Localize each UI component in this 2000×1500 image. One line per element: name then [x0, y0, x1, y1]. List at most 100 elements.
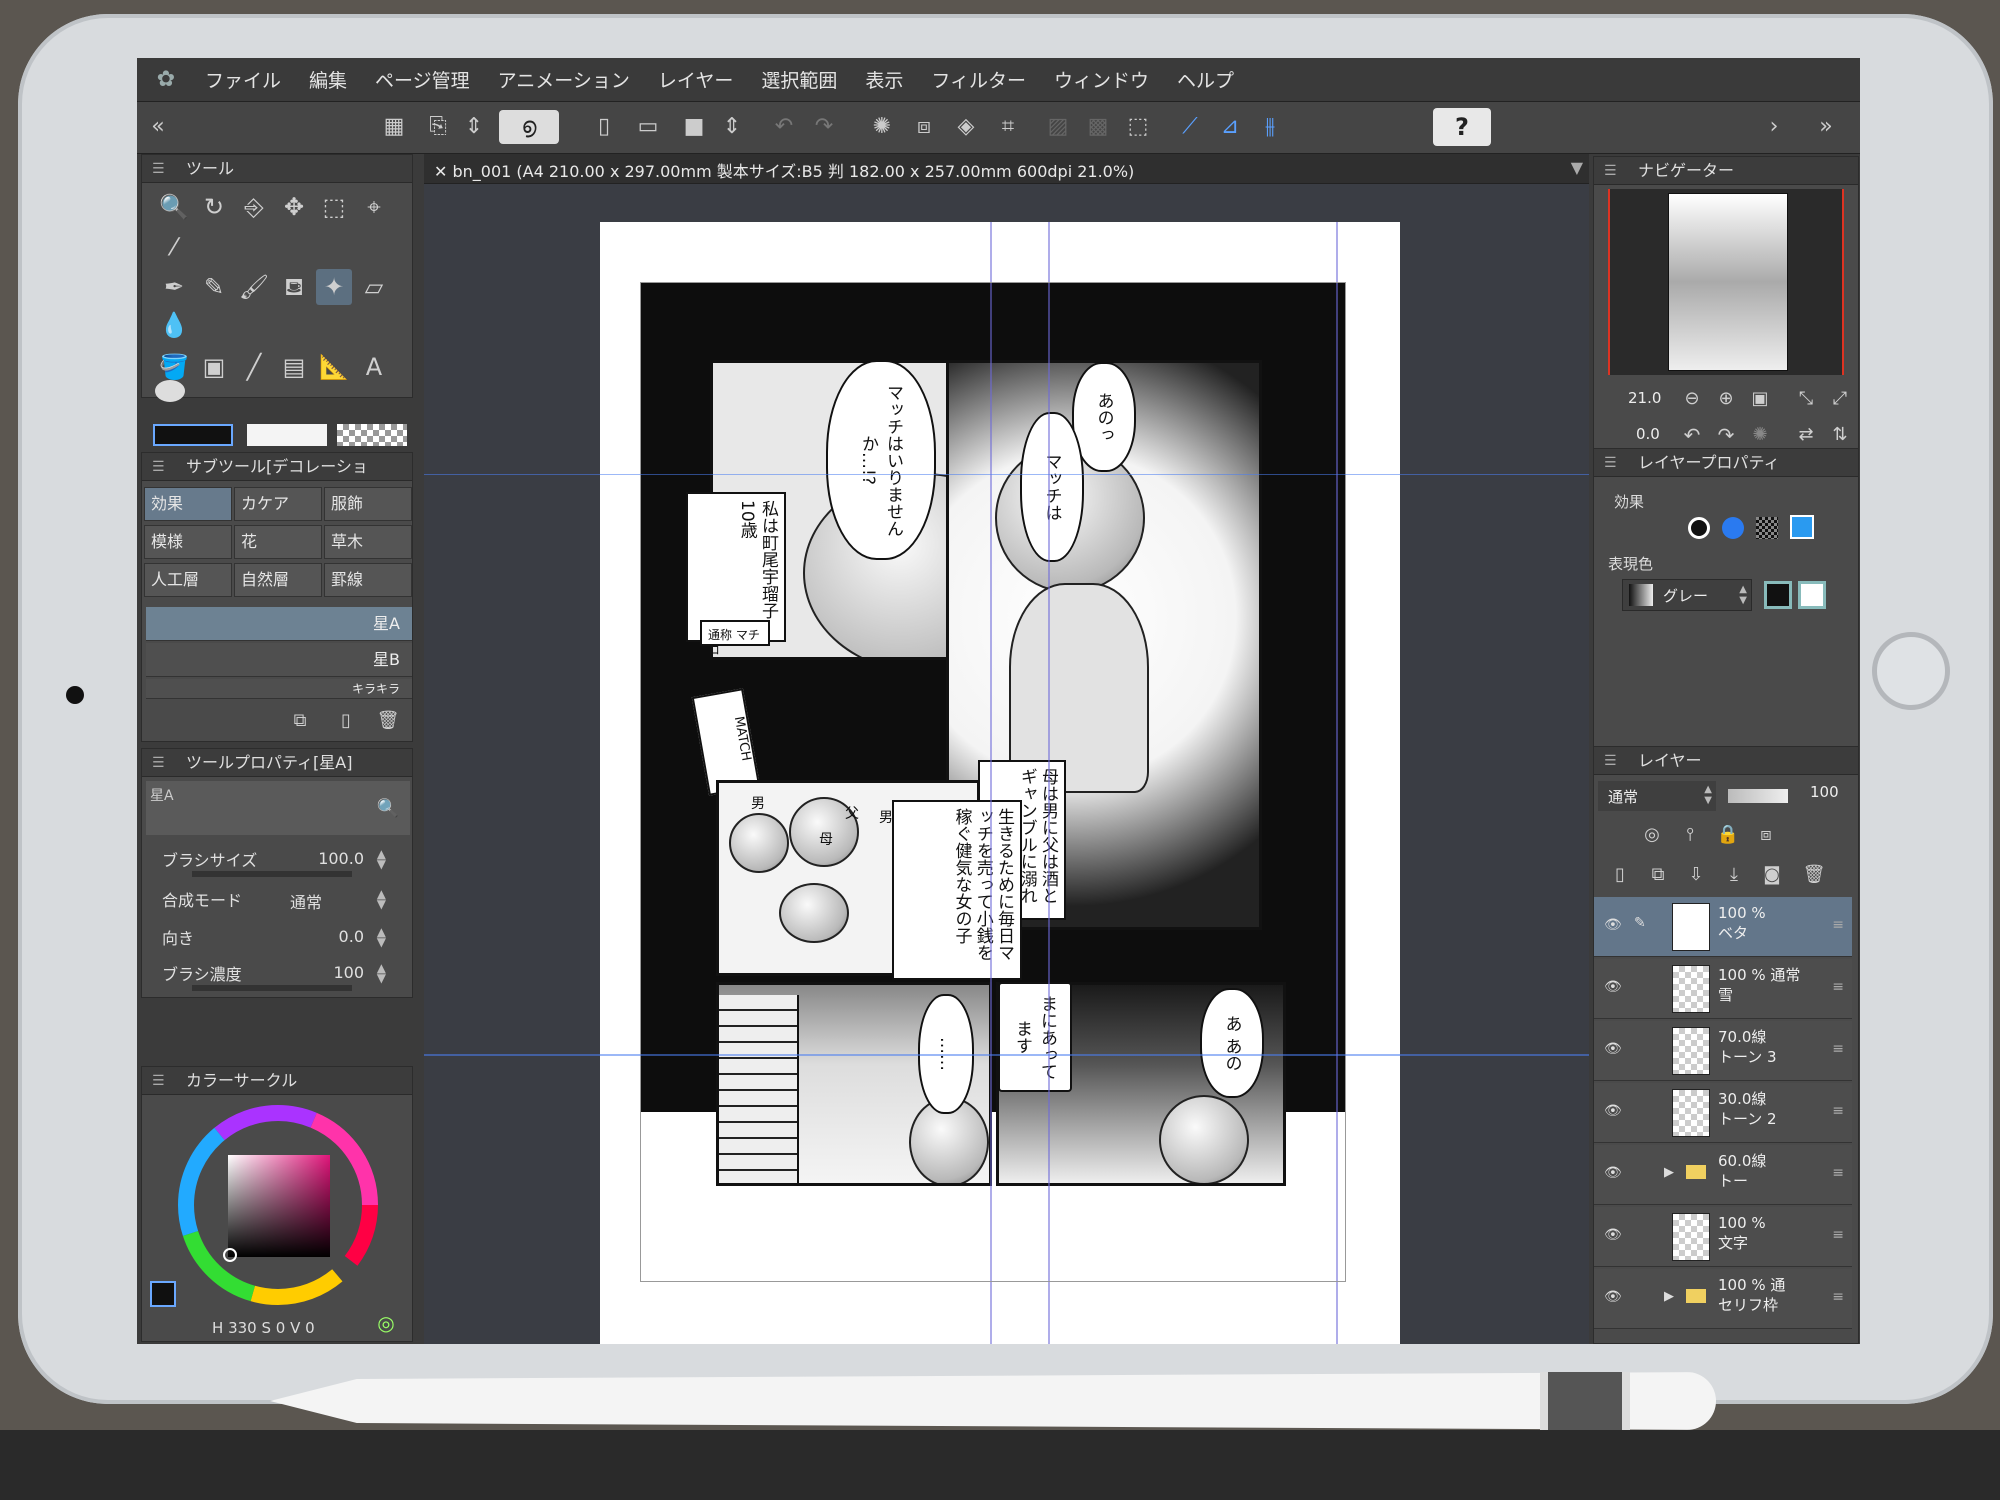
- layer-row-tone2[interactable]: 👁 30.0線 トーン 2 ≡: [1594, 1083, 1852, 1143]
- expression-color-select[interactable]: グレー ▲ ▼: [1622, 579, 1752, 611]
- airbrush-tool-icon[interactable]: ⛾: [276, 269, 312, 305]
- eye-icon[interactable]: 👁: [1604, 1165, 1622, 1181]
- subtool-category-nature[interactable]: 自然層: [234, 563, 322, 597]
- eye-icon[interactable]: 👁: [1604, 1103, 1622, 1119]
- main-color-swatch[interactable]: [153, 424, 233, 446]
- stepper-icon[interactable]: ▲ ▼: [1704, 784, 1712, 806]
- subtool-category-cake[interactable]: カケア: [234, 487, 322, 521]
- transparent-color-swatch[interactable]: [337, 424, 407, 446]
- zoom-tool-icon[interactable]: 🔍: [156, 189, 192, 225]
- stepper-icon[interactable]: ▲ ▼: [1739, 584, 1747, 606]
- eye-icon[interactable]: 👁: [1604, 917, 1622, 933]
- app-logo-icon[interactable]: ✿: [137, 67, 195, 92]
- panel-menu-icon[interactable]: ☰: [152, 453, 165, 481]
- search-icon[interactable]: 🔍: [370, 791, 406, 827]
- collapse-left-icon[interactable]: «: [141, 110, 175, 144]
- border-effect-icon[interactable]: [1688, 517, 1710, 539]
- delete-subtool-icon[interactable]: 🗑: [370, 703, 406, 739]
- eyedropper-tool-icon[interactable]: ⁄: [156, 229, 192, 265]
- direction-value[interactable]: 0.0: [339, 927, 364, 946]
- open-folder-icon[interactable]: ▭: [631, 110, 665, 144]
- clip-studio-icon[interactable]: ൭: [499, 110, 559, 144]
- brush-sparkle[interactable]: キラキラ: [146, 679, 412, 699]
- brush-star-a[interactable]: 星A: [146, 607, 412, 641]
- loading-icon[interactable]: ✺: [865, 110, 899, 144]
- drag-handle-icon[interactable]: ≡: [1832, 1165, 1844, 1181]
- transfer-down-icon[interactable]: ⇩: [1678, 857, 1714, 893]
- layer-row-tone3[interactable]: 👁 70.0線 トーン 3 ≡: [1594, 1021, 1852, 1081]
- actual-size-icon[interactable]: ⤡: [1788, 381, 1824, 417]
- delete-layer-icon[interactable]: 🗑: [1796, 857, 1832, 893]
- blend-tool-icon[interactable]: 💧: [156, 307, 192, 343]
- subtool-category-flower[interactable]: 花: [234, 525, 322, 559]
- eye-icon[interactable]: 👁: [1604, 1227, 1622, 1243]
- eye-icon[interactable]: 👁: [1604, 979, 1622, 995]
- document-tab[interactable]: ✕ bn_001 (A4 210.00 x 297.00mm 製本サイズ:B5 …: [424, 154, 1589, 184]
- menu-animation[interactable]: アニメーション: [488, 66, 648, 93]
- brush-density-value[interactable]: 100: [333, 963, 364, 982]
- direction-row[interactable]: 向き 0.0 ▲ ▼: [142, 919, 412, 957]
- eye-icon[interactable]: 👁: [1604, 1289, 1622, 1305]
- merge-down-icon[interactable]: ⤓: [1716, 857, 1752, 893]
- drag-handle-icon[interactable]: ≡: [1832, 1289, 1844, 1305]
- reference-layer-icon[interactable]: ◎: [1634, 817, 1670, 853]
- new-file-icon[interactable]: ▯: [587, 110, 621, 144]
- chevron-right-icon[interactable]: ›: [1757, 110, 1791, 144]
- ruler-tool-icon[interactable]: 📐: [316, 349, 352, 385]
- copy-subtool-icon[interactable]: ⧉: [282, 703, 318, 739]
- pen-tool-icon[interactable]: ✒: [156, 269, 192, 305]
- brush-size-slider[interactable]: [192, 871, 352, 877]
- subtool-category-artificial[interactable]: 人工層: [144, 563, 232, 597]
- drag-handle-icon[interactable]: ≡: [1832, 1227, 1844, 1243]
- navigator-zoom-value[interactable]: 21.0: [1628, 389, 1661, 407]
- grid-layout-icon[interactable]: ▦: [377, 110, 411, 144]
- snap-icon[interactable]: ⫵: [1253, 110, 1287, 144]
- scroll-arrows-icon[interactable]: ⇕: [457, 110, 491, 144]
- drag-handle-icon[interactable]: ≡: [1832, 917, 1844, 933]
- zoom-out-icon[interactable]: ⊖: [1674, 381, 1710, 417]
- manga-page[interactable]: あのっ マッチは マッチはいりませんか…!? 私は町尾宇瑠子10歳 通称 マチコ…: [600, 222, 1400, 1344]
- lock-layer-icon[interactable]: 🔒: [1710, 817, 1746, 853]
- gradient-tool-icon[interactable]: ▣: [196, 349, 232, 385]
- subtool-category-clothing[interactable]: 服飾: [324, 487, 412, 521]
- expand-arrow-icon[interactable]: ▶: [1664, 1165, 1674, 1180]
- transform-icon[interactable]: ⧈: [907, 110, 941, 144]
- clip-layer-icon[interactable]: ⫯: [1672, 817, 1708, 853]
- brush-star-b[interactable]: 星B: [146, 643, 412, 677]
- layer-mask-icon[interactable]: ◙: [1754, 857, 1790, 893]
- navigator-preview[interactable]: [1608, 189, 1844, 375]
- menu-window[interactable]: ウィンドウ: [1044, 66, 1167, 93]
- text-tool-icon[interactable]: A: [356, 349, 392, 385]
- zoom-in-icon[interactable]: ⊕: [1708, 381, 1744, 417]
- stepper-icon[interactable]: ▲ ▼: [377, 848, 386, 870]
- layer-row-beta[interactable]: 👁 ✎ 100 % ベタ ≡: [1594, 897, 1852, 957]
- eraser-tool-icon[interactable]: ▱: [356, 269, 392, 305]
- panel-menu-icon[interactable]: ☰: [1604, 157, 1617, 185]
- panel-menu-icon[interactable]: ☰: [152, 155, 165, 183]
- navigator-rotation-value[interactable]: 0.0: [1636, 425, 1660, 443]
- new-vector-layer-icon[interactable]: ⧉: [1640, 857, 1676, 893]
- tone-effect-icon[interactable]: [1756, 517, 1778, 539]
- save-arrows-icon[interactable]: ⇕: [715, 110, 749, 144]
- save-icon[interactable]: ■: [677, 110, 711, 144]
- close-tab-icon[interactable]: ✕: [434, 162, 453, 181]
- menu-filter[interactable]: フィルター: [921, 66, 1044, 93]
- stepper-icon[interactable]: ▲ ▼: [377, 888, 386, 910]
- redo-icon[interactable]: ↷: [807, 110, 841, 144]
- ruler-icon[interactable]: ⟋: [1173, 110, 1207, 144]
- panel-menu-icon[interactable]: ☰: [1604, 747, 1617, 775]
- new-raster-layer-icon[interactable]: ▯: [1602, 857, 1638, 893]
- tab-dropdown-icon[interactable]: ▼: [1571, 158, 1583, 177]
- subtool-category-plants[interactable]: 草木: [324, 525, 412, 559]
- operation-tool-icon[interactable]: ⎆: [236, 189, 272, 225]
- fill-icon[interactable]: ◈: [949, 110, 983, 144]
- menu-view[interactable]: 表示: [855, 66, 921, 93]
- menu-selection[interactable]: 選択範囲: [751, 66, 855, 93]
- perspective-ruler-icon[interactable]: ⊿: [1213, 110, 1247, 144]
- stepper-icon[interactable]: ▲ ▼: [377, 962, 386, 984]
- pencil-tool-icon[interactable]: ✎: [196, 269, 232, 305]
- scale-icon[interactable]: ⌗: [991, 110, 1025, 144]
- drag-handle-icon[interactable]: ≡: [1832, 979, 1844, 995]
- new-canvas-icon[interactable]: ⎘: [421, 110, 455, 144]
- lock-transparency-icon[interactable]: ⧈: [1748, 817, 1784, 853]
